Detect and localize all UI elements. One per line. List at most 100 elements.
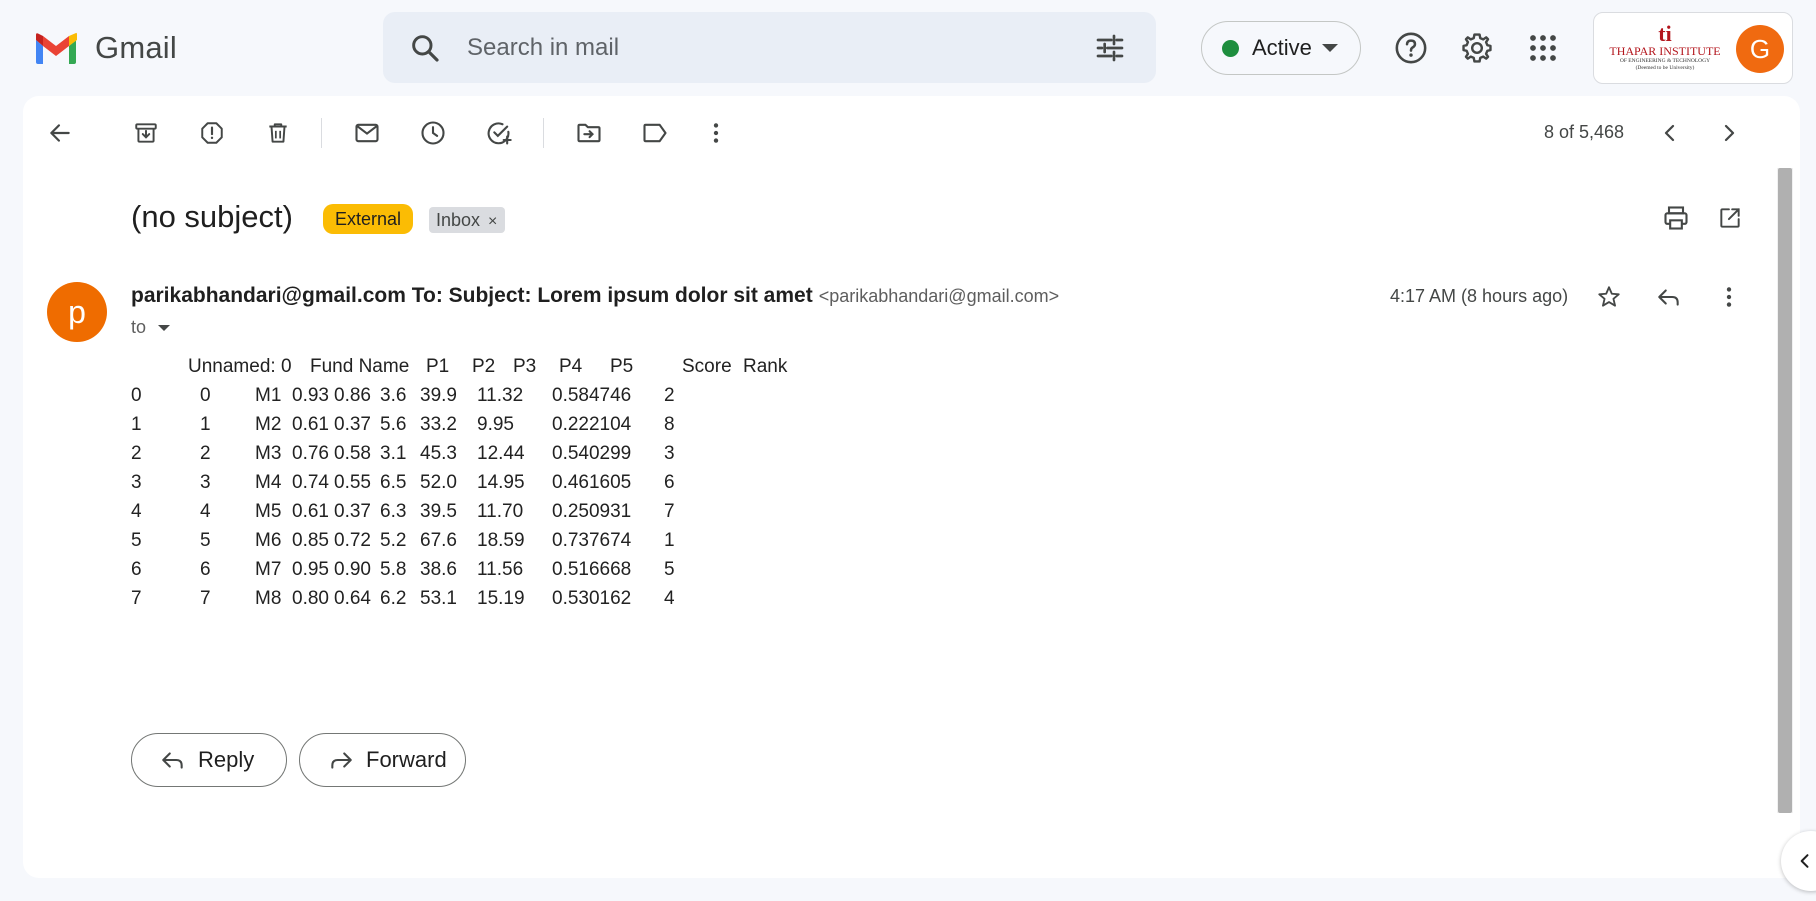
table-cell: 2 bbox=[664, 385, 675, 406]
search-input[interactable] bbox=[467, 30, 1067, 66]
table-cell: 11.70 bbox=[477, 501, 524, 522]
table-row: 6 6 M7 0.95 0.90 5.8 38.6 11.56 0.516668 5 bbox=[131, 559, 731, 588]
table-cell: 7 bbox=[200, 588, 211, 609]
email-timestamp: 4:17 AM (8 hours ago) bbox=[1390, 286, 1569, 306]
status-label: Active bbox=[1252, 35, 1312, 60]
org-logo: ti THAPAR INSTITUTE OF ENGINEERING & TEC… bbox=[1604, 23, 1726, 75]
table-cell: 0.61 bbox=[292, 414, 329, 435]
newer-chevron-left-icon[interactable] bbox=[1652, 115, 1688, 151]
inbox-label-text: Inbox bbox=[436, 210, 481, 230]
table-cell: 0.530162 bbox=[552, 588, 632, 609]
move-to-icon[interactable] bbox=[571, 115, 607, 151]
table-cell: 15.19 bbox=[477, 588, 525, 609]
caret-down-icon bbox=[158, 324, 171, 331]
external-badge: External bbox=[323, 204, 414, 234]
table-cell: 39.9 bbox=[420, 385, 457, 406]
sender-avatar[interactable]: p bbox=[47, 282, 107, 342]
table-cell: 0.72 bbox=[334, 530, 371, 551]
table-cell: 7 bbox=[664, 501, 675, 522]
star-icon[interactable] bbox=[1591, 279, 1627, 315]
status-dropdown[interactable]: Active bbox=[1201, 21, 1361, 75]
table-cell: 45.3 bbox=[420, 443, 457, 464]
table-cell: 5 bbox=[664, 559, 675, 580]
scrollbar-thumb[interactable] bbox=[1778, 168, 1792, 813]
account-switcher[interactable]: ti THAPAR INSTITUTE OF ENGINEERING & TEC… bbox=[1593, 12, 1793, 84]
search-icon[interactable] bbox=[409, 32, 441, 64]
table-header: Rank bbox=[743, 356, 788, 377]
table-cell: 0.55 bbox=[334, 472, 371, 493]
apps-icon[interactable] bbox=[1523, 28, 1563, 68]
table-row: 7 7 M8 0.80 0.64 6.2 53.1 15.19 0.530162 4 bbox=[131, 588, 731, 617]
table-cell: 0.64 bbox=[334, 588, 371, 609]
table-cell: 0.516668 bbox=[552, 559, 632, 580]
help-icon[interactable] bbox=[1391, 28, 1431, 68]
reply-icon[interactable] bbox=[1651, 279, 1687, 315]
table-cell: 0.37 bbox=[334, 414, 371, 435]
table-cell: 8 bbox=[664, 414, 675, 435]
report-spam-icon[interactable] bbox=[194, 115, 230, 151]
print-icon[interactable] bbox=[1658, 200, 1694, 236]
table-cell: 0.80 bbox=[292, 588, 329, 609]
table-cell: 14.95 bbox=[477, 472, 525, 493]
table-cell: 12.44 bbox=[477, 443, 525, 464]
table-cell: 0.250931 bbox=[552, 501, 632, 522]
gear-icon[interactable] bbox=[1457, 28, 1497, 68]
snooze-icon[interactable] bbox=[415, 115, 451, 151]
older-chevron-right-icon[interactable] bbox=[1711, 115, 1747, 151]
mark-unread-icon[interactable] bbox=[349, 115, 385, 151]
table-row: 4 4 M5 0.61 0.37 6.3 39.5 11.70 0.250931 7 bbox=[131, 501, 731, 530]
remove-label-icon[interactable]: × bbox=[488, 213, 497, 230]
table-cell: 9.95 bbox=[477, 414, 514, 435]
table-row: 5 5 M6 0.85 0.72 5.2 67.6 18.59 0.737674 1 bbox=[131, 530, 731, 559]
recipients-toggle[interactable]: to bbox=[131, 317, 171, 338]
more-vert-icon[interactable] bbox=[1711, 279, 1747, 315]
table-cell: 5.6 bbox=[380, 414, 407, 435]
table-cell: 4 bbox=[131, 501, 142, 522]
table-cell: 3 bbox=[131, 472, 142, 493]
more-vert-icon[interactable] bbox=[698, 115, 734, 151]
sender-name[interactable]: parikabhandari@gmail.com To: Subject: Lo… bbox=[131, 284, 813, 307]
filter-icon[interactable] bbox=[1094, 32, 1126, 64]
table-cell: 0.93 bbox=[292, 385, 329, 406]
table-cell: 6.3 bbox=[380, 501, 407, 522]
table-cell: 0.584746 bbox=[552, 385, 632, 406]
table-header: P4 bbox=[559, 356, 583, 377]
org-logo-name: THAPAR INSTITUTE bbox=[1609, 44, 1721, 58]
table-cell: M8 bbox=[255, 588, 282, 609]
table-cell: M2 bbox=[255, 414, 282, 435]
delete-icon[interactable] bbox=[260, 115, 296, 151]
table-cell: 7 bbox=[131, 588, 142, 609]
forward-button[interactable]: Forward bbox=[299, 733, 466, 787]
account-avatar[interactable]: G bbox=[1736, 25, 1784, 73]
table-header: Score bbox=[682, 356, 732, 377]
org-logo-subtitle-2: (Deemed to be University) bbox=[1635, 65, 1695, 71]
table-cell: 3.6 bbox=[380, 385, 407, 406]
table-cell: 1 bbox=[664, 530, 675, 551]
table-header: P5 bbox=[610, 356, 634, 377]
open-in-new-window-icon[interactable] bbox=[1712, 200, 1748, 236]
table-cell: M5 bbox=[255, 501, 282, 522]
gmail-wordmark: Gmail bbox=[95, 30, 177, 65]
table-cell: M1 bbox=[255, 385, 282, 406]
table-cell: 5 bbox=[200, 530, 211, 551]
table-cell: 2 bbox=[200, 443, 211, 464]
table-cell: 3 bbox=[664, 443, 675, 464]
add-to-tasks-icon[interactable] bbox=[481, 115, 517, 151]
table-cell: 11.32 bbox=[477, 385, 524, 406]
table-cell: 11.56 bbox=[477, 559, 524, 580]
table-cell: 3.1 bbox=[380, 443, 407, 464]
inbox-label-chip[interactable]: Inbox × bbox=[429, 207, 506, 233]
table-cell: 5 bbox=[131, 530, 142, 551]
reply-button[interactable]: Reply bbox=[131, 733, 287, 787]
table-cell: 3 bbox=[200, 472, 211, 493]
archive-icon[interactable] bbox=[128, 115, 164, 151]
table-header: Fund Name bbox=[310, 356, 410, 377]
gmail-m-icon bbox=[36, 32, 77, 64]
back-arrow-icon[interactable] bbox=[42, 115, 78, 151]
toolbar-divider bbox=[543, 118, 544, 148]
label-icon[interactable] bbox=[637, 115, 673, 151]
search-bar bbox=[383, 12, 1156, 83]
table-cell: 0.61 bbox=[292, 501, 329, 522]
gmail-logo[interactable]: Gmail bbox=[33, 30, 177, 66]
table-cell: 1 bbox=[131, 414, 142, 435]
